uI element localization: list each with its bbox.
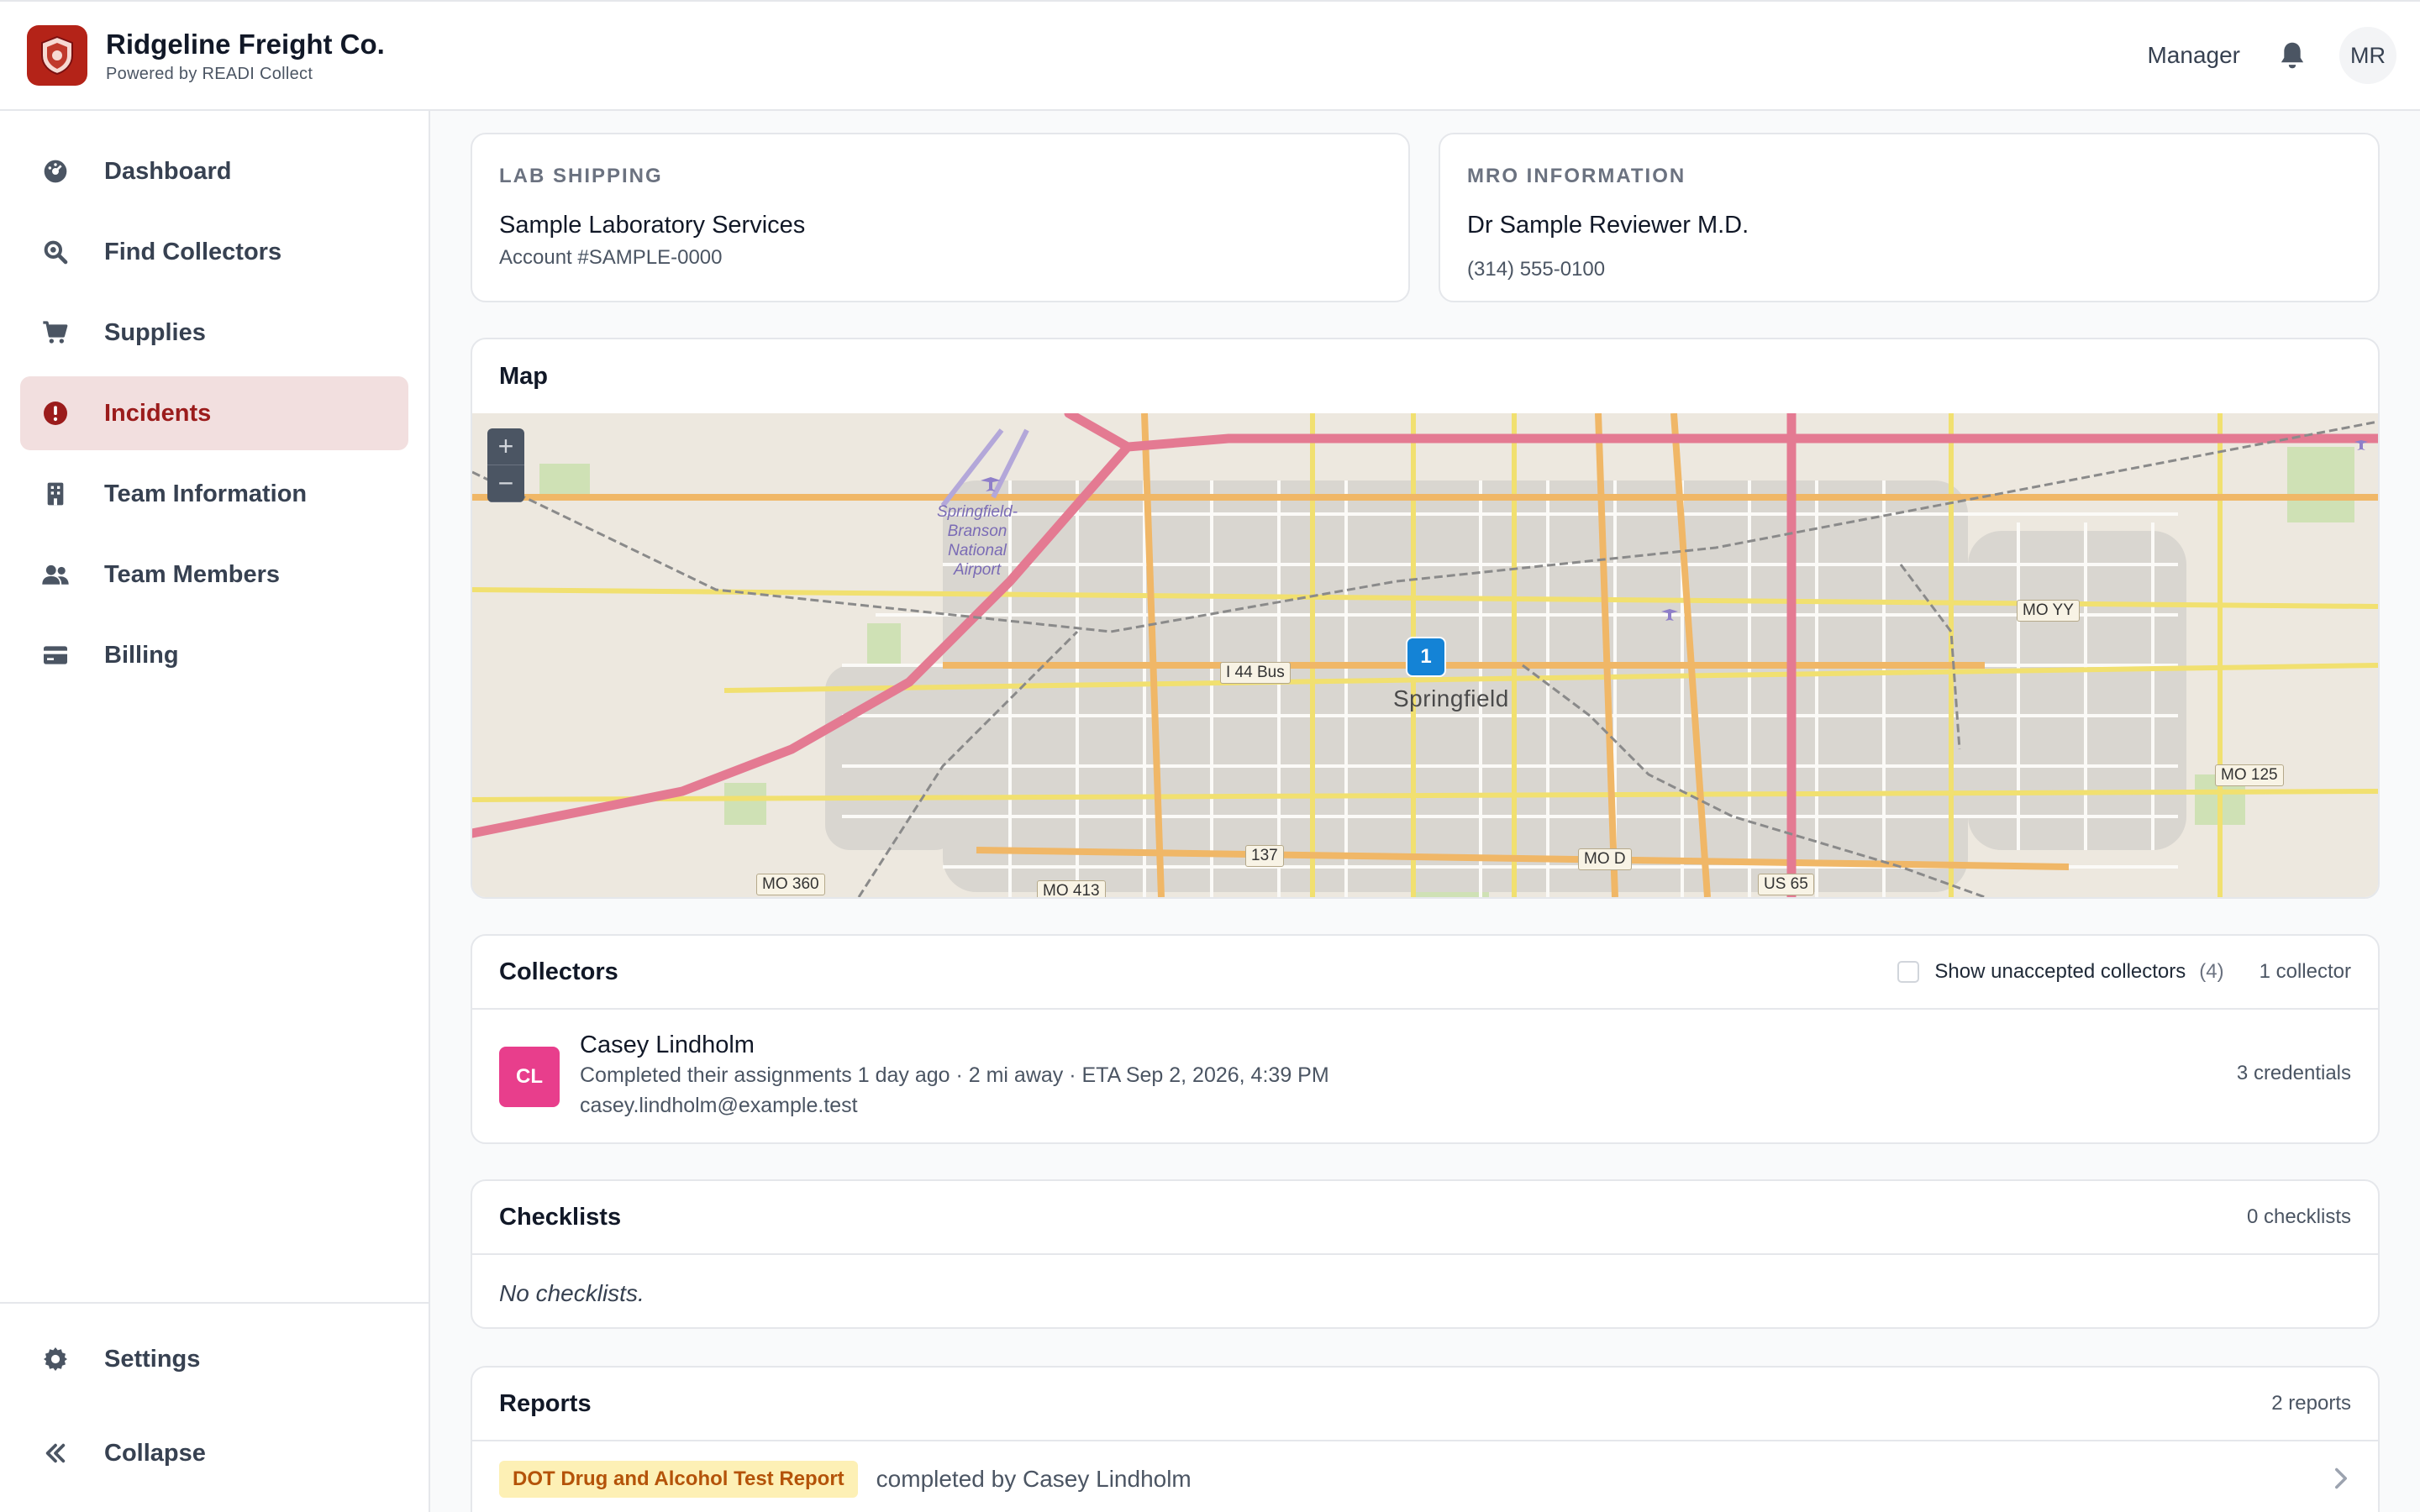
sidebar-item-find-collectors[interactable]: Find Collectors bbox=[20, 215, 408, 289]
top-header: Ridgeline Freight Co. Powered by READI C… bbox=[0, 0, 2420, 111]
settings-label: Settings bbox=[104, 1345, 201, 1373]
sidebar-nav: Dashboard Find Collectors Supplies Incid… bbox=[20, 134, 408, 699]
airport-label: Springfield- Branson National Airport bbox=[936, 503, 1018, 579]
road-label: MO 125 bbox=[2215, 764, 2284, 786]
sidebar-item-label: Team Information bbox=[104, 480, 308, 507]
checklists-header: Checklists 0 checklists bbox=[472, 1181, 2378, 1255]
powered-by-text: Powered by READI Collect bbox=[106, 64, 313, 83]
show-unaccepted-label[interactable]: Show unaccepted collectors bbox=[1934, 960, 2186, 984]
collector-map-marker[interactable]: 1 bbox=[1406, 637, 1446, 677]
building-icon bbox=[40, 479, 71, 509]
mro-label: MRO INFORMATION bbox=[1467, 165, 1686, 187]
lab-account-number: Account #SAMPLE-0000 bbox=[499, 246, 723, 269]
unaccepted-count: (4) bbox=[2199, 960, 2224, 983]
dashboard-gauge-icon bbox=[40, 156, 71, 186]
sidebar-item-settings[interactable]: Settings bbox=[20, 1322, 408, 1396]
mro-name: Dr Sample Reviewer M.D. bbox=[1467, 212, 1749, 239]
map-card: Map Springfield- Branson National Airpor… bbox=[471, 338, 2380, 899]
sidebar-collapse-button[interactable]: Collapse bbox=[20, 1416, 408, 1490]
sidebar-item-label: Team Members bbox=[104, 560, 280, 588]
map-title: Map bbox=[499, 362, 548, 390]
user-avatar[interactable]: MR bbox=[2339, 27, 2396, 84]
city-label: Springfield bbox=[1393, 685, 1509, 711]
checklists-count: 0 checklists bbox=[2246, 1205, 2351, 1228]
sidebar-item-team-members[interactable]: Team Members bbox=[20, 538, 408, 612]
sidebar-item-incidents[interactable]: Incidents bbox=[20, 376, 408, 450]
checklists-card: Checklists 0 checklists No checklists. bbox=[471, 1179, 2380, 1329]
sidebar-item-label: Dashboard bbox=[104, 157, 232, 185]
shopping-cart-icon bbox=[40, 318, 71, 348]
credit-card-icon bbox=[40, 640, 71, 670]
shield-logo-icon bbox=[41, 35, 73, 76]
sidebar-footer: Settings Collapse bbox=[0, 1302, 429, 1497]
reports-count: 2 reports bbox=[2271, 1392, 2351, 1415]
sidebar-item-label: Billing bbox=[104, 641, 179, 669]
collector-count: 1 collector bbox=[2259, 960, 2351, 983]
sidebar-item-supplies[interactable]: Supplies bbox=[20, 296, 408, 370]
reports-title: Reports bbox=[499, 1389, 592, 1417]
mro-information-card: MRO INFORMATION Dr Sample Reviewer M.D. … bbox=[1439, 133, 2380, 302]
collector-email: casey.lindholm@example.test bbox=[580, 1094, 858, 1117]
lab-shipping-label: LAB SHIPPING bbox=[499, 165, 663, 187]
collector-status: Completed their assignments 1 day ago · … bbox=[580, 1063, 1329, 1087]
sidebar-item-dashboard[interactable]: Dashboard bbox=[20, 134, 408, 208]
checklists-empty-text: No checklists. bbox=[499, 1280, 644, 1306]
company-logo bbox=[27, 25, 87, 86]
collectors-header: Collectors Show unaccepted collectors (4… bbox=[472, 936, 2378, 1010]
report-list-item[interactable]: DOT Drug and Alcohol Test Report complet… bbox=[472, 1441, 2378, 1512]
users-icon bbox=[40, 559, 71, 590]
sidebar-item-label: Supplies bbox=[104, 318, 206, 346]
search-icon bbox=[40, 237, 71, 267]
show-unaccepted-checkbox[interactable] bbox=[1897, 961, 1920, 983]
road-label: 137 bbox=[1245, 845, 1284, 867]
road-label: MO 413 bbox=[1037, 880, 1106, 897]
notifications-bell-icon[interactable] bbox=[2274, 37, 2311, 74]
reports-card: Reports 2 reports DOT Drug and Alcohol T… bbox=[471, 1366, 2380, 1512]
map-zoom-controls: + − bbox=[487, 428, 524, 502]
map-card-header: Map bbox=[472, 339, 2378, 413]
sidebar-item-team-information[interactable]: Team Information bbox=[20, 457, 408, 531]
collectors-card: Collectors Show unaccepted collectors (4… bbox=[471, 934, 2380, 1144]
gear-icon bbox=[40, 1344, 71, 1374]
sidebar-item-billing[interactable]: Billing bbox=[20, 618, 408, 692]
map-view[interactable]: Springfield- Branson National Airport Sprin… bbox=[472, 413, 2378, 897]
collector-avatar: CL bbox=[499, 1047, 560, 1107]
mro-phone[interactable]: (314) 555-0100 bbox=[1467, 258, 2351, 281]
reports-header: Reports 2 reports bbox=[472, 1368, 2378, 1441]
company-name: Ridgeline Freight Co. bbox=[106, 28, 385, 60]
collector-name: Casey Lindholm bbox=[580, 1032, 755, 1058]
lab-name: Sample Laboratory Services bbox=[499, 212, 806, 239]
sidebar-item-label: Incidents bbox=[104, 399, 212, 427]
alert-circle-icon bbox=[40, 398, 71, 428]
report-completed-by: completed by Casey Lindholm bbox=[876, 1466, 1192, 1492]
role-switcher[interactable]: Manager bbox=[2147, 42, 2240, 69]
collapse-label: Collapse bbox=[104, 1439, 206, 1467]
double-chevron-left-icon bbox=[40, 1438, 71, 1468]
road-label: MO D bbox=[1578, 848, 1632, 870]
collectors-title: Collectors bbox=[499, 958, 618, 985]
lab-shipping-card: LAB SHIPPING Sample Laboratory Services … bbox=[471, 133, 1410, 302]
collector-list-item[interactable]: CL Casey Lindholm Completed their assign… bbox=[472, 1010, 2378, 1141]
sidebar-item-label: Find Collectors bbox=[104, 238, 282, 265]
collector-credentials[interactable]: 3 credentials bbox=[2237, 1062, 2351, 1085]
brand[interactable]: Ridgeline Freight Co. Powered by READI C… bbox=[27, 25, 385, 86]
road-label: US 65 bbox=[1758, 874, 1814, 895]
sidebar: Dashboard Find Collectors Supplies Incid… bbox=[0, 111, 430, 1512]
zoom-out-button[interactable]: − bbox=[487, 465, 524, 502]
zoom-in-button[interactable]: + bbox=[487, 428, 524, 465]
chevron-right-icon[interactable] bbox=[2331, 1467, 2351, 1494]
road-label: MO 360 bbox=[756, 874, 825, 895]
report-type-badge: DOT Drug and Alcohol Test Report bbox=[499, 1461, 858, 1498]
checklists-title: Checklists bbox=[499, 1203, 622, 1231]
road-label: I 44 Bus bbox=[1220, 662, 1291, 684]
road-label: MO YY bbox=[2017, 600, 2080, 622]
